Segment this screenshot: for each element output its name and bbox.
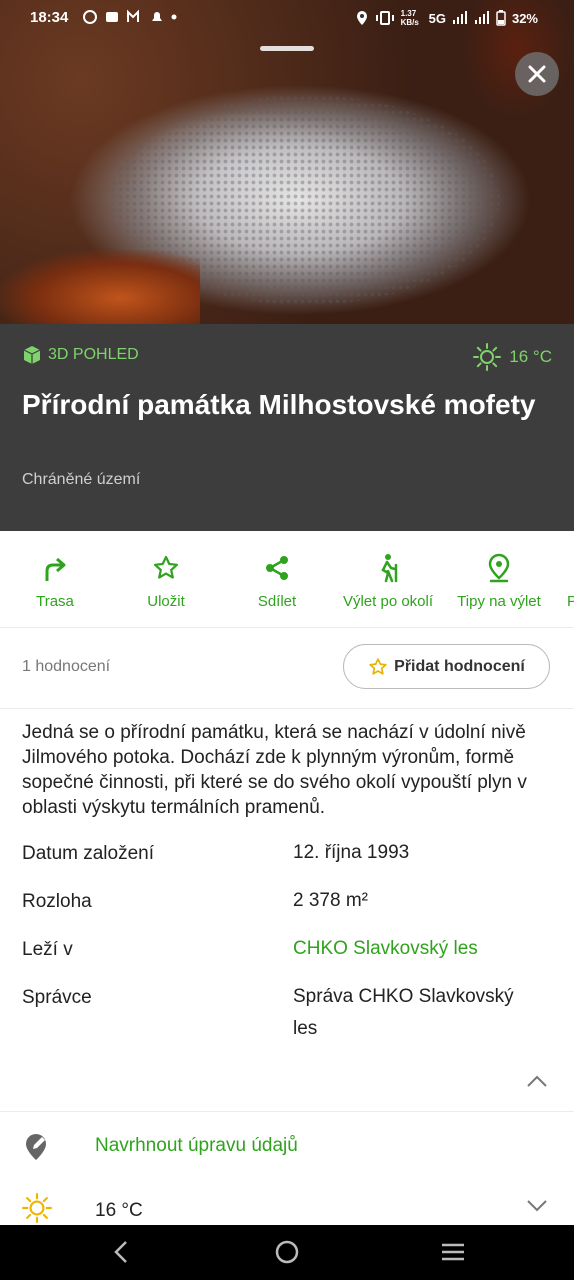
back-icon: [114, 1241, 127, 1263]
property-link-chko[interactable]: CHKO Slavkovský les: [293, 933, 543, 965]
vibrate-icon: [375, 11, 394, 25]
net-speed: 1.37 KB/s: [400, 9, 419, 27]
place-title: Přírodní památka Milhostovské mofety: [22, 389, 536, 420]
share-button[interactable]: Sdílet: [222, 551, 332, 610]
collapse-button[interactable]: [526, 1074, 548, 1093]
property-value: Správa CHKO Slavkovský les: [293, 986, 514, 1039]
weather-sun-icon: [22, 1193, 52, 1228]
add-rating-button[interactable]: Přidat hodnocení: [343, 644, 550, 689]
home-icon: [275, 1240, 299, 1264]
signal-icon: [452, 11, 467, 24]
weather-row[interactable]: 16 °C: [0, 1183, 574, 1225]
header-weather-temp: 16 °C: [509, 347, 552, 366]
save-label: Uložit: [147, 593, 185, 610]
action-bar: Trasa Uložit Sdílet Výlet po okolí Tipy …: [0, 531, 574, 628]
suggest-edit-row[interactable]: Navrhnout úpravu údajů: [0, 1111, 574, 1184]
add-rating-label: Přidat hodnocení: [394, 657, 525, 675]
notification-icons-row: [83, 9, 177, 24]
network-type: 5G: [428, 10, 446, 26]
weather-temp: 16 °C: [95, 1200, 143, 1221]
property-key: Rozloha: [22, 891, 92, 912]
battery-percent: 32%: [511, 10, 538, 26]
star-icon: [154, 555, 178, 579]
rating-count: 1 hodnocení: [22, 658, 111, 675]
home-button[interactable]: [274, 1239, 300, 1270]
property-value: 12. října 1993: [293, 842, 410, 863]
property-key: Datum založení: [22, 843, 155, 864]
suggest-edit-label: Navrhnout úpravu údajů: [95, 1135, 298, 1156]
hero-photo-leaves: [0, 250, 200, 324]
share-label: Sdílet: [257, 593, 297, 610]
chevron-up-icon: [527, 1075, 547, 1087]
route-label: Trasa: [36, 593, 74, 610]
trip-tips-button[interactable]: Tipy na výlet: [444, 551, 554, 610]
rating-section: 1 hodnocení Přidat hodnocení: [0, 628, 574, 709]
property-key: Leží v: [22, 939, 73, 960]
header-weather: 16 °C: [473, 343, 552, 371]
more-action-button[interactable]: P: [555, 551, 574, 610]
property-value: 2 378 m²: [293, 890, 368, 911]
place-description: Jedná se o přírodní památku, která se na…: [22, 722, 527, 818]
recents-button[interactable]: [440, 1239, 466, 1270]
hiker-icon: [381, 554, 398, 583]
cube-icon: [23, 346, 41, 364]
more-action-label: P: [567, 593, 574, 610]
battery-icon: [496, 10, 506, 26]
route-button[interactable]: Trasa: [0, 551, 110, 610]
nearby-trip-label: Výlet po okolí: [342, 593, 434, 610]
save-button[interactable]: Uložit: [111, 551, 221, 610]
edit-pin-icon: [24, 1132, 52, 1167]
route-icon: [45, 557, 66, 581]
back-button[interactable]: [112, 1239, 130, 1270]
sun-icon: [473, 343, 502, 371]
close-icon: [528, 65, 546, 83]
notification-icons: [82, 9, 178, 28]
nearby-trip-button[interactable]: Výlet po okolí: [333, 551, 443, 610]
share-icon: [266, 556, 288, 580]
trip-tips-label: Tipy na výlet: [457, 593, 541, 610]
3d-view-label: 3D POHLED: [48, 346, 139, 363]
menu-icon: [442, 1243, 464, 1261]
sheet-drag-handle[interactable]: [260, 46, 314, 51]
signal-icon-2: [474, 11, 489, 24]
system-icons: 1.37 KB/s 5G 32%: [355, 9, 538, 27]
status-time: 18:34: [30, 9, 69, 26]
close-button[interactable]: [515, 52, 559, 96]
chevron-down-icon: [526, 1199, 548, 1218]
3d-view-button[interactable]: 3D POHLED: [22, 345, 139, 365]
place-category: Chráněné území: [22, 471, 141, 488]
pin-icon: [488, 553, 510, 583]
system-nav-bar: [0, 1225, 574, 1280]
location-icon: [356, 11, 367, 25]
status-bar: 18:34 1.37 KB/s 5G 32%: [0, 0, 574, 36]
property-key: Správce: [22, 987, 92, 1008]
star-outline-icon: [369, 657, 387, 675]
